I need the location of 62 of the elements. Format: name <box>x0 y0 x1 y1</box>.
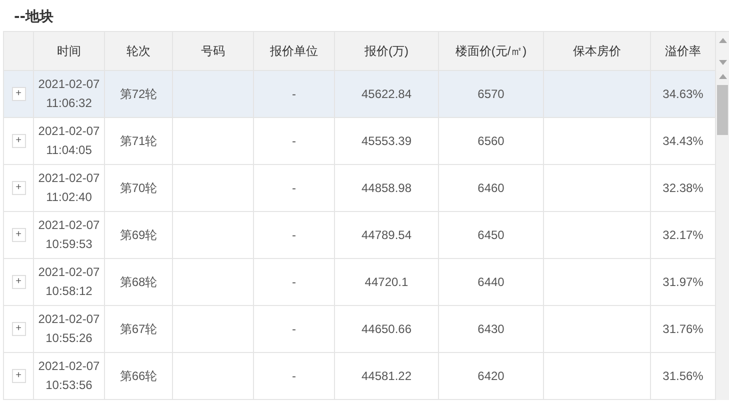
expand-button[interactable]: + <box>12 181 26 195</box>
column-header: 报价(万) <box>335 32 439 70</box>
column-header: 楼面价(元/㎡) <box>439 32 544 70</box>
table-cell: 6430 <box>439 306 544 352</box>
scroll-down-icon[interactable] <box>718 60 726 65</box>
table-cell: - <box>254 165 335 211</box>
table-cell: - <box>254 353 335 399</box>
table-row[interactable]: + 2021-02-07 10:53:56 第66轮 - 44581.22 6420 31.56% <box>4 353 716 400</box>
table-cell: 第67轮 <box>105 306 173 352</box>
table-cell: 2021-02-07 10:53:56 <box>34 353 105 399</box>
table-cell: 第66轮 <box>105 353 173 399</box>
table-cell: 44789.54 <box>335 212 439 258</box>
table-cell: 6450 <box>439 212 544 258</box>
table-cell: 第68轮 <box>105 259 173 305</box>
section-title: --地块 <box>13 8 55 27</box>
table-cell: 6440 <box>439 259 544 305</box>
table-row[interactable]: + 2021-02-07 10:59:53 第69轮 - 44789.54 6450 32.17% <box>4 212 716 259</box>
table-cell: 6460 <box>439 165 544 211</box>
column-header: 报价单位 <box>254 32 335 70</box>
table-cell: 2021-02-07 11:02:40 <box>34 165 105 211</box>
table-cell: 2021-02-07 10:59:53 <box>34 212 105 258</box>
scroll-up-icon[interactable] <box>718 38 726 43</box>
table-cell: 第69轮 <box>105 212 173 258</box>
scroll-up-icon[interactable] <box>718 74 726 78</box>
table-cell: 2021-02-07 10:55:26 <box>34 306 105 352</box>
table-cell: - <box>254 71 335 117</box>
table-cell: - <box>254 212 335 258</box>
expand-button[interactable]: + <box>12 87 26 101</box>
table-cell: 2021-02-07 11:04:05 <box>34 118 105 164</box>
scrollbar[interactable] <box>716 71 729 400</box>
table-cell: 2021-02-07 11:06:32 <box>34 71 105 117</box>
table-cell: 6560 <box>439 118 544 164</box>
column-header: 号码 <box>173 32 254 70</box>
column-header: 时间 <box>34 32 105 70</box>
table-cell: 第70轮 <box>105 165 173 211</box>
expand-button[interactable]: + <box>12 322 26 336</box>
scrollbar-thumb[interactable] <box>717 85 728 135</box>
table-cell: 44650.66 <box>335 306 439 352</box>
table-cell: 第72轮 <box>105 71 173 117</box>
expand-button[interactable]: + <box>12 369 26 383</box>
table-cell: 45622.84 <box>335 71 439 117</box>
expand-button[interactable]: + <box>12 134 26 148</box>
table-row[interactable]: + 2021-02-07 10:55:26 第67轮 - 44650.66 6430 31.76% <box>4 306 716 353</box>
table-cell: 44858.98 <box>335 165 439 211</box>
table-cell: - <box>254 306 335 352</box>
table-cell: 44581.22 <box>335 353 439 399</box>
table-cell: 6420 <box>439 353 544 399</box>
table-cell: 44720.1 <box>335 259 439 305</box>
column-header: 轮次 <box>105 32 173 70</box>
table-row[interactable]: + 2021-02-07 11:06:32 第72轮 - 45622.84 6570 34.63% <box>4 71 716 118</box>
table-row[interactable]: + 2021-02-07 11:02:40 第70轮 - 44858.98 6460 32.38% <box>4 165 716 212</box>
table-cell: 45553.39 <box>335 118 439 164</box>
table-cell: 2021-02-07 10:58:12 <box>34 259 105 305</box>
column-header: 保本房价 <box>544 32 651 70</box>
table-cell: 第71轮 <box>105 118 173 164</box>
table-row[interactable]: + 2021-02-07 11:04:05 第71轮 - 45553.39 6560 34.43% <box>4 118 716 165</box>
table-cell: - <box>254 259 335 305</box>
table-cell: - <box>254 118 335 164</box>
table-row[interactable]: + 2021-02-07 10:58:12 第68轮 - 44720.1 6440 31.97% <box>4 259 716 306</box>
expand-button[interactable]: + <box>12 228 26 242</box>
expand-button[interactable]: + <box>12 275 26 289</box>
table-cell: 6570 <box>439 71 544 117</box>
